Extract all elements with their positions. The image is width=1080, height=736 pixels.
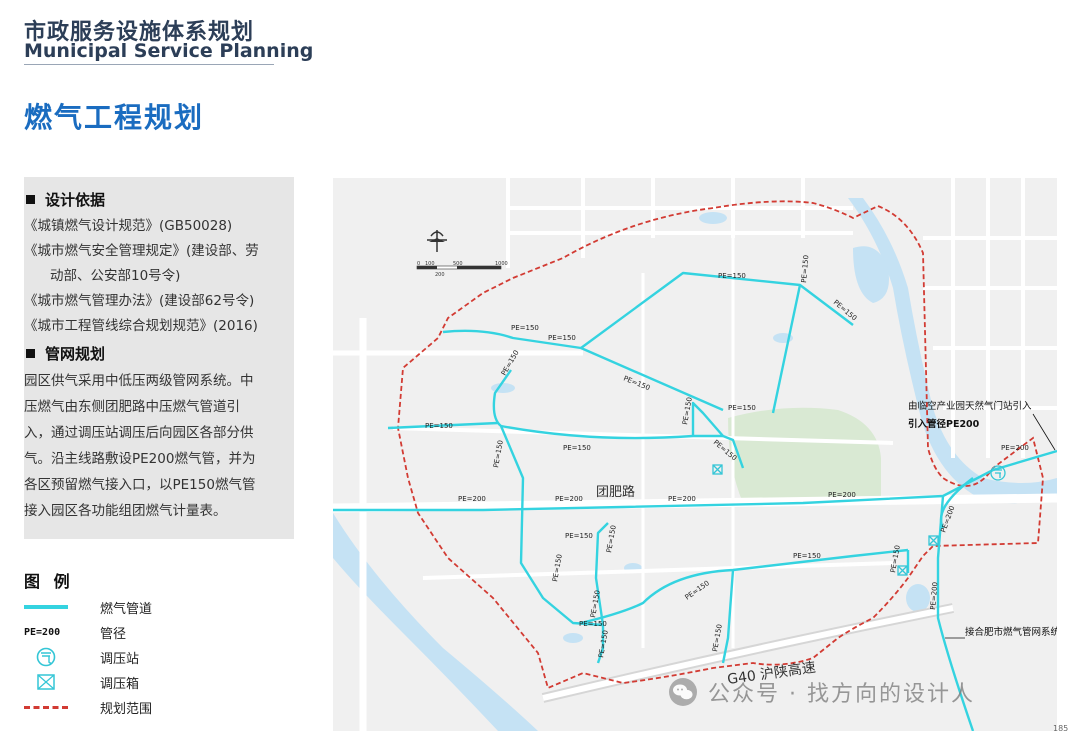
bullet-square-icon bbox=[26, 195, 35, 204]
gas-pipe-line-icon bbox=[24, 605, 68, 609]
pe-label: PE=200 bbox=[828, 491, 856, 499]
gas-network-map: PE=150 PE=150 PE=150 PE=150 PE=150 PE=15… bbox=[333, 178, 1057, 731]
legend-item-diameter: PE=200 管径 bbox=[24, 626, 127, 642]
header-divider bbox=[24, 64, 274, 65]
road-label-tuanfei: 团肥路 bbox=[596, 484, 635, 500]
annotation-connect: 接合肥市燃气管网系统 bbox=[965, 626, 1057, 638]
park bbox=[728, 407, 881, 503]
ref-item: 《城市燃气管理办法》(建设部62号令) bbox=[24, 293, 255, 309]
page-number: 185 bbox=[1053, 724, 1069, 733]
pe-label: PE=150 bbox=[728, 404, 756, 412]
watermark: 公众号 · 找方向的设计人 bbox=[668, 676, 975, 708]
text-panel: 设计依据 《城镇燃气设计规范》(GB50028) 《城市燃气安全管理规定》(建设… bbox=[24, 177, 294, 539]
pe-label: PE=150 bbox=[511, 324, 539, 332]
annotation-source-line1: 由临空产业园天然气门站引入 bbox=[908, 400, 1032, 412]
network-line: 气。沿主线路敷设PE200燃气管，并为 bbox=[24, 451, 256, 467]
network-line: 入，通过调压站调压后向园区各部分供 bbox=[24, 425, 254, 441]
pe-label: PE=150 bbox=[565, 532, 593, 540]
pe-label: PE=150 bbox=[793, 552, 821, 560]
section-title: 燃气工程规划 bbox=[24, 101, 205, 134]
regulator-station-icon bbox=[36, 647, 56, 667]
boundary-dash-icon bbox=[24, 705, 68, 709]
ref-item: 《城市工程管线综合规划规范》(2016) bbox=[24, 318, 258, 334]
network-line: 各区预留燃气接入口，以PE150燃气管 bbox=[24, 477, 256, 493]
header-title-en: Municipal Service Planning bbox=[24, 40, 314, 62]
pe-label: PE=200 bbox=[668, 495, 696, 503]
annotation-source-line2: 引入管径PE200 bbox=[908, 418, 980, 430]
legend-item-box: 调压箱 bbox=[24, 672, 224, 692]
scale-tick: 100 bbox=[425, 261, 435, 267]
basis-heading: 设计依据 bbox=[24, 189, 290, 210]
legend-item-pipe: 燃气管道 bbox=[24, 597, 224, 617]
scale-tick: 0 bbox=[417, 261, 420, 267]
legend-item-boundary: 规划范围 bbox=[24, 697, 224, 717]
scale-tick: 1000 bbox=[495, 261, 508, 267]
pond bbox=[699, 212, 727, 224]
scale-tick: 500 bbox=[453, 261, 463, 267]
scale-tick: 200 bbox=[435, 272, 445, 278]
bullet-square-icon bbox=[26, 349, 35, 358]
legend-title: 图 例 bbox=[24, 572, 74, 591]
network-line: 压燃气由东侧团肥路中压燃气管道引 bbox=[24, 399, 240, 415]
pe-label: PE=150 bbox=[548, 334, 576, 342]
pond bbox=[906, 584, 930, 612]
pe-label: PE=150 bbox=[563, 444, 591, 452]
ref-item: 《城镇燃气设计规范》(GB50028) bbox=[24, 218, 233, 234]
ref-item: 《城市燃气安全管理规定》(建设部、劳 bbox=[24, 243, 259, 259]
pe-label: PE=150 bbox=[425, 422, 453, 430]
ref-item: 动部、公安部10号令) bbox=[50, 268, 181, 284]
pe-label: PE=200 bbox=[458, 495, 486, 503]
pe-label: PE=200 bbox=[555, 495, 583, 503]
pe-label: PE=150 bbox=[579, 620, 607, 628]
wechat-icon bbox=[669, 678, 697, 706]
pe-label: PE=200 bbox=[1001, 444, 1029, 452]
pe-label: PE=150 bbox=[718, 272, 746, 280]
legend-item-station: 调压站 bbox=[24, 647, 224, 667]
network-line: 接入园区各功能组团燃气计量表。 bbox=[24, 503, 227, 519]
pe-label-icon: PE=200 bbox=[24, 626, 61, 638]
network-heading: 管网规划 bbox=[24, 343, 290, 364]
pond bbox=[563, 633, 583, 643]
network-line: 园区供气采用中低压两级管网系统。中 bbox=[24, 373, 254, 389]
regulator-box-icon bbox=[37, 674, 55, 690]
